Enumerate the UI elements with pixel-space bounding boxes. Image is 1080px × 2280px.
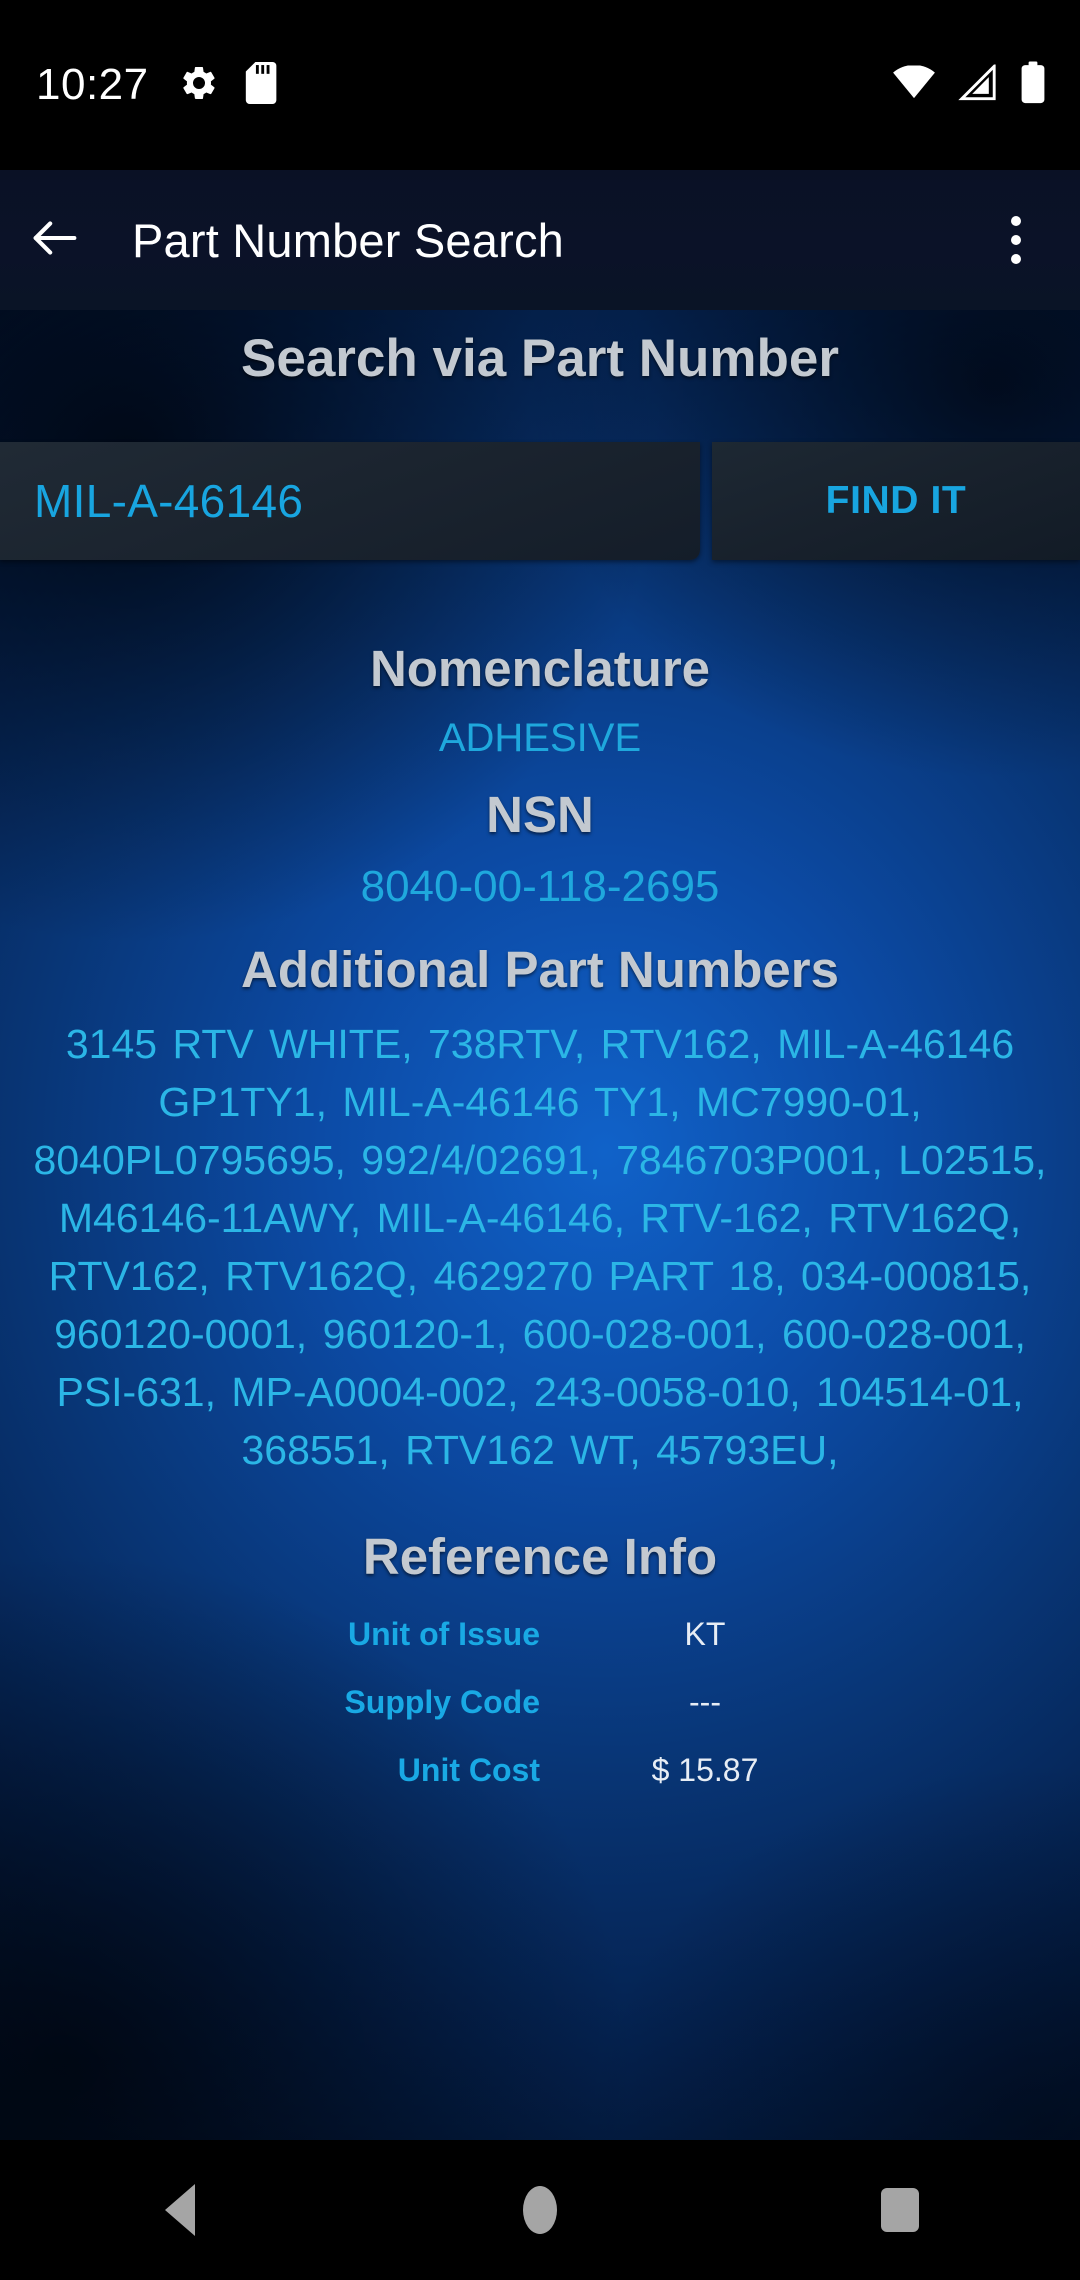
reference-info-heading: Reference Info bbox=[362, 1528, 718, 1585]
overflow-menu-button[interactable] bbox=[994, 205, 1038, 275]
battery-icon bbox=[1020, 61, 1046, 109]
unit-of-issue-value-cell: KT bbox=[540, 1616, 1080, 1653]
supply-code-value-cell: --- bbox=[540, 1684, 1080, 1721]
table-row: Unit Cost $ 15.87 bbox=[0, 1736, 1080, 1804]
cellular-signal-icon bbox=[958, 62, 998, 106]
additional-part-numbers-block: Additional Part Numbers 3145 RTV WHITE, … bbox=[0, 940, 1080, 1479]
nsn-value: 8040-00-118-2695 bbox=[360, 862, 720, 911]
reference-info-block: Reference Info Unit of Issue KT Supply C… bbox=[0, 1527, 1080, 1804]
nav-home-icon bbox=[523, 2186, 557, 2234]
supply-code-label: Supply Code bbox=[344, 1683, 540, 1720]
search-row-divider bbox=[700, 442, 712, 560]
search-row: MIL-A-46146 FIND IT bbox=[0, 442, 1080, 560]
part-number-input-value: MIL-A-46146 bbox=[34, 475, 304, 527]
back-button[interactable] bbox=[0, 209, 110, 272]
status-bar-system-icons bbox=[892, 61, 1046, 109]
status-bar-clock: 10:27 bbox=[36, 60, 149, 109]
sd-card-icon bbox=[245, 61, 281, 109]
nomenclature-value: ADHESIVE bbox=[438, 716, 642, 760]
unit-cost-value: $ 15.87 bbox=[651, 1751, 759, 1788]
nav-back-icon bbox=[165, 2184, 195, 2236]
wifi-icon bbox=[892, 64, 936, 105]
search-section-heading: Search via Part Number bbox=[241, 329, 839, 388]
unit-cost-value-cell: $ 15.87 bbox=[540, 1752, 1080, 1789]
app-bar: Part Number Search bbox=[0, 170, 1080, 310]
nomenclature-heading: Nomenclature bbox=[369, 640, 711, 697]
arrow-back-icon bbox=[26, 209, 84, 272]
page-title: Part Number Search bbox=[132, 213, 564, 267]
unit-of-issue-label: Unit of Issue bbox=[347, 1615, 540, 1652]
unit-cost-label: Unit Cost bbox=[397, 1751, 540, 1788]
gear-icon bbox=[179, 63, 219, 108]
nsn-block: NSN 8040-00-118-2695 bbox=[0, 785, 1080, 912]
content-area: Search via Part Number MIL-A-46146 FIND … bbox=[0, 310, 1080, 2140]
navigation-bar bbox=[0, 2140, 1080, 2280]
additional-part-numbers-heading: Additional Part Numbers bbox=[241, 941, 839, 998]
nav-back-button[interactable] bbox=[105, 2140, 255, 2280]
supply-code-value: --- bbox=[689, 1683, 721, 1720]
nav-recents-button[interactable] bbox=[825, 2140, 975, 2280]
nav-recents-icon bbox=[881, 2188, 919, 2232]
additional-part-numbers-list: 3145 RTV WHITE, 738RTV, RTV162, MIL-A-46… bbox=[33, 1021, 1047, 1473]
status-bar-notification-icons bbox=[179, 61, 281, 109]
nsn-heading: NSN bbox=[486, 786, 594, 843]
unit-of-issue-value: KT bbox=[684, 1615, 726, 1652]
table-row: Supply Code --- bbox=[0, 1668, 1080, 1736]
phone-screen: 10:27 Part Number Search Search via Part… bbox=[0, 0, 1080, 2280]
find-it-button-label: FIND IT bbox=[825, 479, 967, 522]
more-vert-icon-dot bbox=[1011, 216, 1021, 226]
table-row: Unit of Issue KT bbox=[0, 1600, 1080, 1668]
part-number-input[interactable]: MIL-A-46146 bbox=[0, 442, 700, 560]
reference-info-table: Unit of Issue KT Supply Code --- Unit Co… bbox=[0, 1600, 1080, 1804]
find-it-button[interactable]: FIND IT bbox=[712, 442, 1080, 560]
nav-home-button[interactable] bbox=[465, 2140, 615, 2280]
status-bar: 10:27 bbox=[0, 0, 1080, 170]
more-vert-icon-dot bbox=[1011, 254, 1021, 264]
more-vert-icon-dot bbox=[1011, 235, 1021, 245]
nomenclature-block: Nomenclature ADHESIVE bbox=[0, 639, 1080, 761]
